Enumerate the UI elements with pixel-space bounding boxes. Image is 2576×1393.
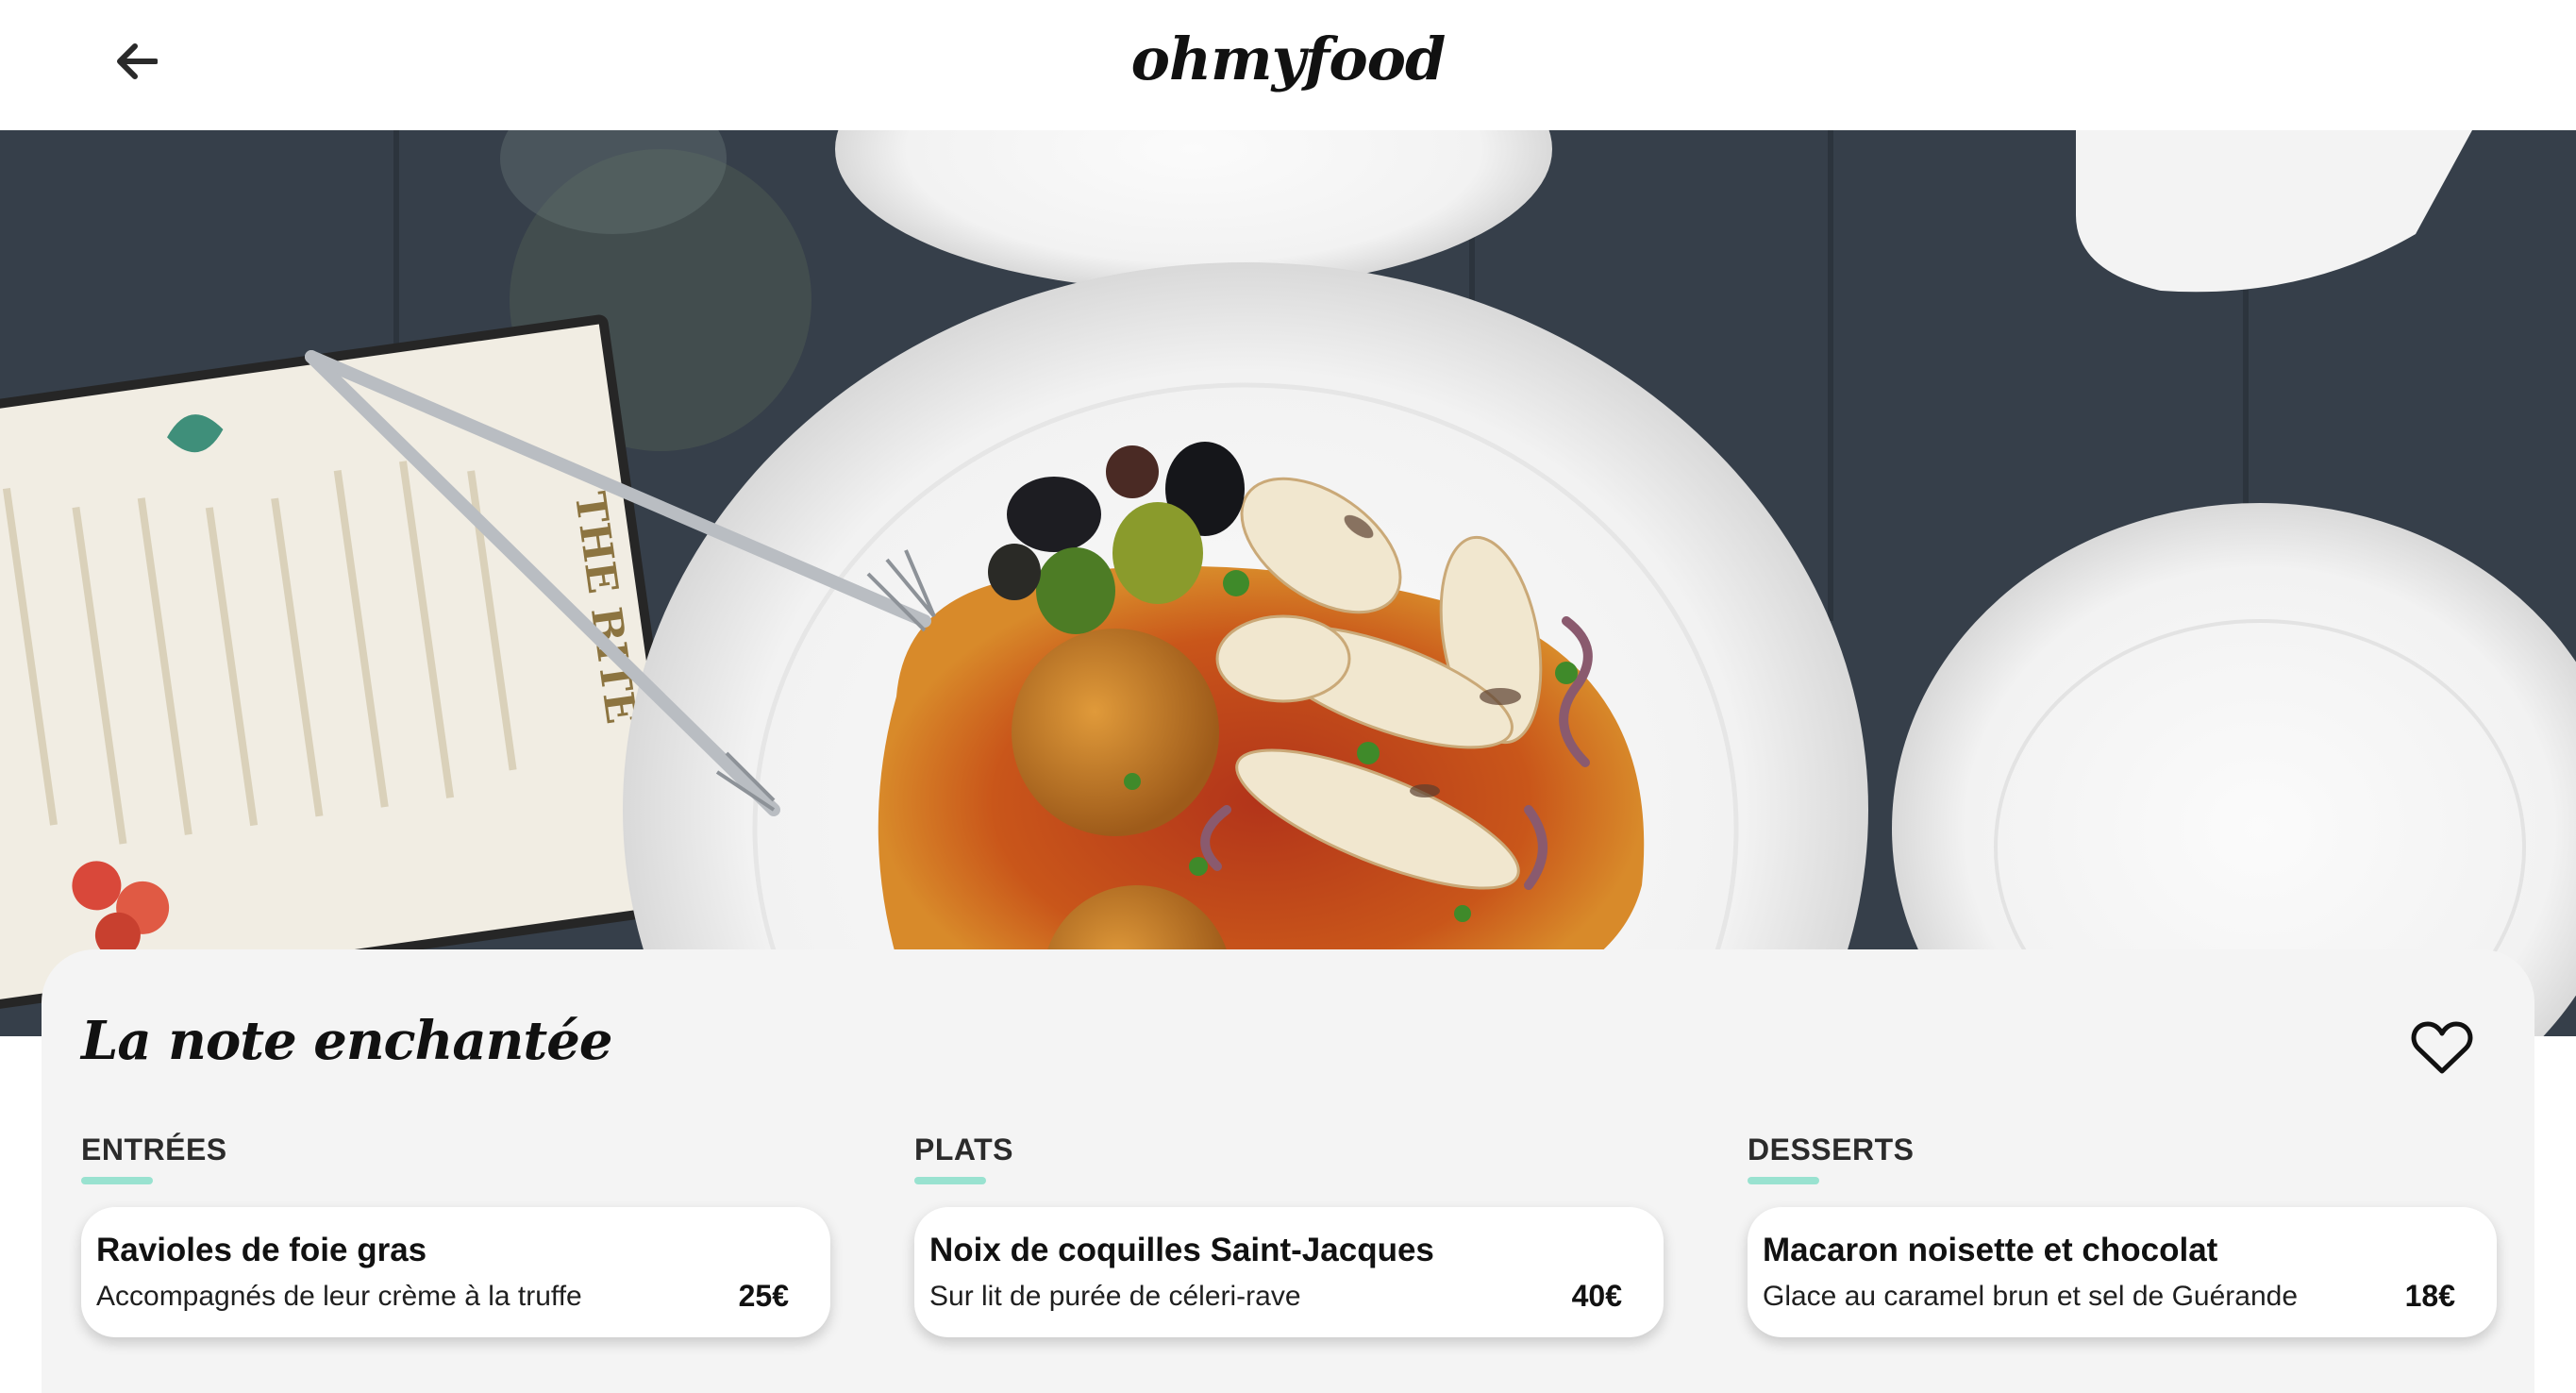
section-underline [1748,1177,1819,1184]
menu-section-entrees: ENTRÉES Ravioles de foie gras Accompagné… [81,1133,830,1337]
section-title: PLATS [914,1133,1014,1166]
section-title: ENTRÉES [81,1133,227,1166]
app-header: ohmyfood [0,0,2576,130]
dish-description: Sur lit de purée de céleri-rave [929,1281,1301,1312]
dish-price: 40€ [1571,1279,1622,1313]
section-underline [81,1177,153,1184]
food-photo: THE BITE [0,130,2576,1036]
restaurant-card: La note enchantée ENTRÉES Ravioles de fo… [42,949,2534,1393]
restaurant-name: La note enchantée [81,1010,612,1072]
dish-description: Accompagnés de leur crème à la truffe [96,1281,582,1312]
dish-name: Ravioles de foie gras [96,1232,427,1268]
dish-card[interactable]: Ravioles de foie gras Accompagnés de leu… [81,1207,830,1337]
dish-card[interactable]: Noix de coquilles Saint-Jacques Sur lit … [914,1207,1664,1337]
favorite-button[interactable] [2406,1015,2478,1082]
section-underline [914,1177,986,1184]
dish-name: Macaron noisette et chocolat [1763,1232,2218,1268]
menu-section-desserts: DESSERTS Macaron noisette et chocolat Gl… [1748,1133,2497,1337]
heart-outline-icon [2411,1021,2473,1074]
dish-name: Noix de coquilles Saint-Jacques [929,1232,1434,1268]
dish-description: Glace au caramel brun et sel de Guérande [1763,1281,2298,1312]
menu-section-plats: PLATS Noix de coquilles Saint-Jacques Su… [914,1133,1664,1337]
dish-price: 18€ [2404,1279,2455,1313]
brand-logo[interactable]: ohmyfood [0,25,2576,93]
dish-card[interactable]: Macaron noisette et chocolat Glace au ca… [1748,1207,2497,1337]
section-title: DESSERTS [1748,1133,1915,1166]
hero-image: THE BITE [0,130,2576,1036]
dish-price: 25€ [738,1279,789,1313]
